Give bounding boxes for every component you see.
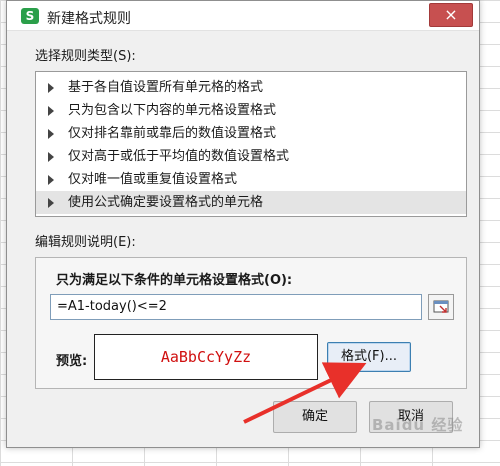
expand-triangle-icon xyxy=(48,198,54,208)
rule-type-item-label: 仅对排名靠前或靠后的数值设置格式 xyxy=(68,126,277,141)
preview-sample: AaBbCcYyZz xyxy=(94,334,318,380)
rule-type-list[interactable]: 基于各自值设置所有单元格的格式 只为包含以下内容的单元格设置格式 仅对排名靠前或… xyxy=(35,71,467,217)
rule-type-item[interactable]: 基于各自值设置所有单元格的格式 xyxy=(36,76,466,99)
rule-type-item-label: 仅对唯一值或重复值设置格式 xyxy=(68,172,238,187)
preview-label: 预览: xyxy=(56,354,88,369)
rule-type-item-label: 仅对高于或低于平均值的数值设置格式 xyxy=(68,149,290,164)
rule-type-item[interactable]: 仅对高于或低于平均值的数值设置格式 xyxy=(36,145,466,168)
range-select-button[interactable] xyxy=(428,294,454,320)
rule-type-item-label: 只为包含以下内容的单元格设置格式 xyxy=(68,103,277,118)
new-format-rule-dialog: S 新建格式规则 × 选择规则类型(S): 基于各自值设置所有单元格的格式 只为… xyxy=(6,0,480,448)
expand-triangle-icon xyxy=(48,129,54,139)
close-button[interactable]: × xyxy=(429,3,473,27)
close-icon: × xyxy=(444,5,458,24)
edit-rule-label: 编辑规则说明(E): xyxy=(35,235,136,250)
dialog-titlebar: S 新建格式规则 × xyxy=(7,1,479,31)
expand-triangle-icon xyxy=(48,106,54,116)
format-button[interactable]: 格式(F)... xyxy=(327,342,411,372)
rule-type-item[interactable]: 仅对唯一值或重复值设置格式 xyxy=(36,168,466,191)
rule-type-item-selected[interactable]: 使用公式确定要设置格式的单元格 xyxy=(36,191,466,214)
watermark: Baidu 经验 xyxy=(372,416,464,434)
ok-button[interactable]: 确定 xyxy=(273,401,357,433)
formula-input[interactable]: =A1-today()<=2 xyxy=(50,294,422,320)
rule-description-panel: 只为满足以下条件的单元格设置格式(O): =A1-today()<=2 预览: … xyxy=(35,257,467,389)
rule-type-item-label: 使用公式确定要设置格式的单元格 xyxy=(68,195,264,210)
rule-type-item[interactable]: 仅对排名靠前或靠后的数值设置格式 xyxy=(36,122,466,145)
rule-type-label: 选择规则类型(S): xyxy=(35,49,136,64)
expand-triangle-icon xyxy=(48,152,54,162)
range-select-icon xyxy=(433,300,449,313)
rule-type-item-label: 基于各自值设置所有单元格的格式 xyxy=(68,80,264,95)
app-icon: S xyxy=(21,8,39,24)
expand-triangle-icon xyxy=(48,83,54,93)
condition-label: 只为满足以下条件的单元格设置格式(O): xyxy=(56,273,293,288)
dialog-title: 新建格式规则 xyxy=(47,11,131,27)
rule-type-item[interactable]: 只为包含以下内容的单元格设置格式 xyxy=(36,99,466,122)
expand-triangle-icon xyxy=(48,175,54,185)
